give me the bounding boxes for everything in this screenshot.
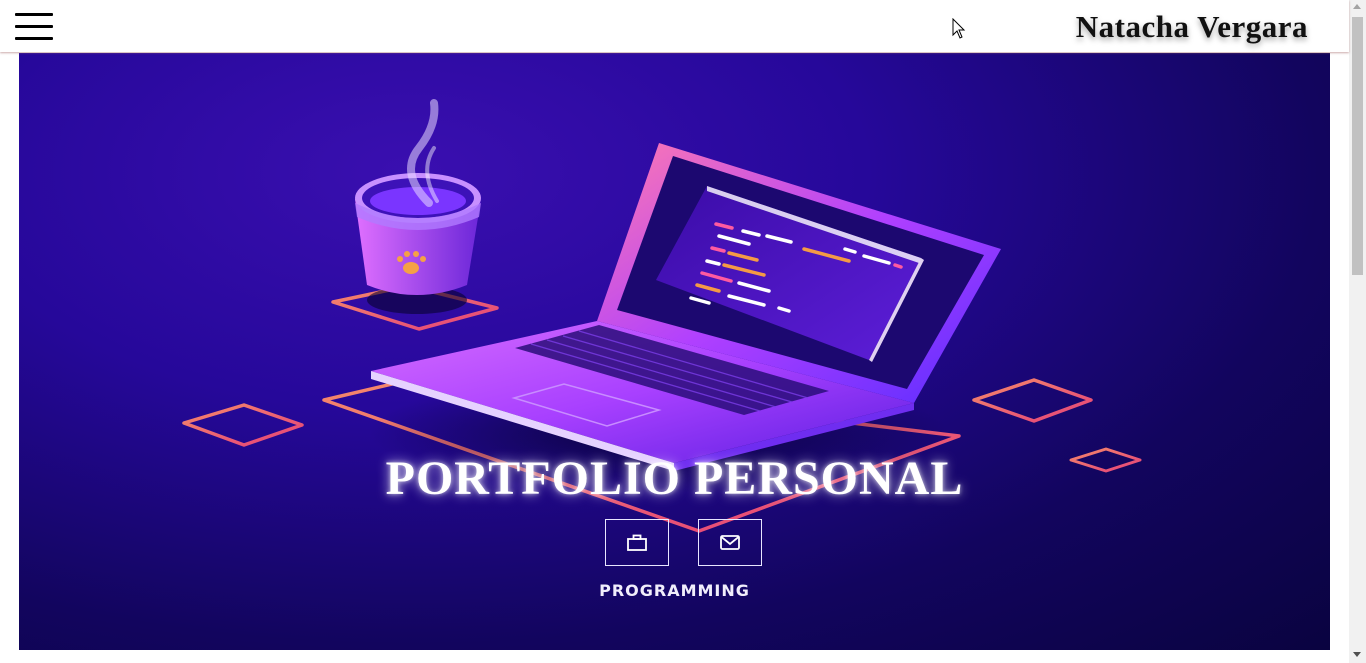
brand-name[interactable]: Natacha Vergara: [1076, 9, 1308, 45]
scrollbar-thumb[interactable]: [1352, 17, 1363, 275]
mouse-cursor-icon: [952, 18, 966, 39]
hero-title: PORTFOLIO PERSONAL: [385, 452, 964, 505]
contact-mail-button[interactable]: [698, 519, 762, 566]
laptop-coffee-illustration: [182, 99, 1142, 533]
briefcase-icon: [627, 534, 647, 551]
hero-section: PORTFOLIO PERSONAL PROGRAMMING: [19, 53, 1330, 650]
mail-icon: [720, 535, 740, 550]
vertical-scrollbar[interactable]: [1349, 0, 1366, 663]
portfolio-button[interactable]: [605, 519, 669, 566]
hamburger-bar: [15, 37, 53, 40]
arrow-down-icon[interactable]: [1353, 652, 1361, 657]
hamburger-bar: [15, 25, 53, 28]
top-header: Natacha Vergara: [0, 0, 1349, 52]
arrow-up-icon[interactable]: [1353, 4, 1361, 9]
hamburger-bar: [15, 13, 53, 16]
hamburger-menu-icon[interactable]: [15, 13, 53, 40]
hero-subtitle: PROGRAMMING: [599, 581, 750, 600]
